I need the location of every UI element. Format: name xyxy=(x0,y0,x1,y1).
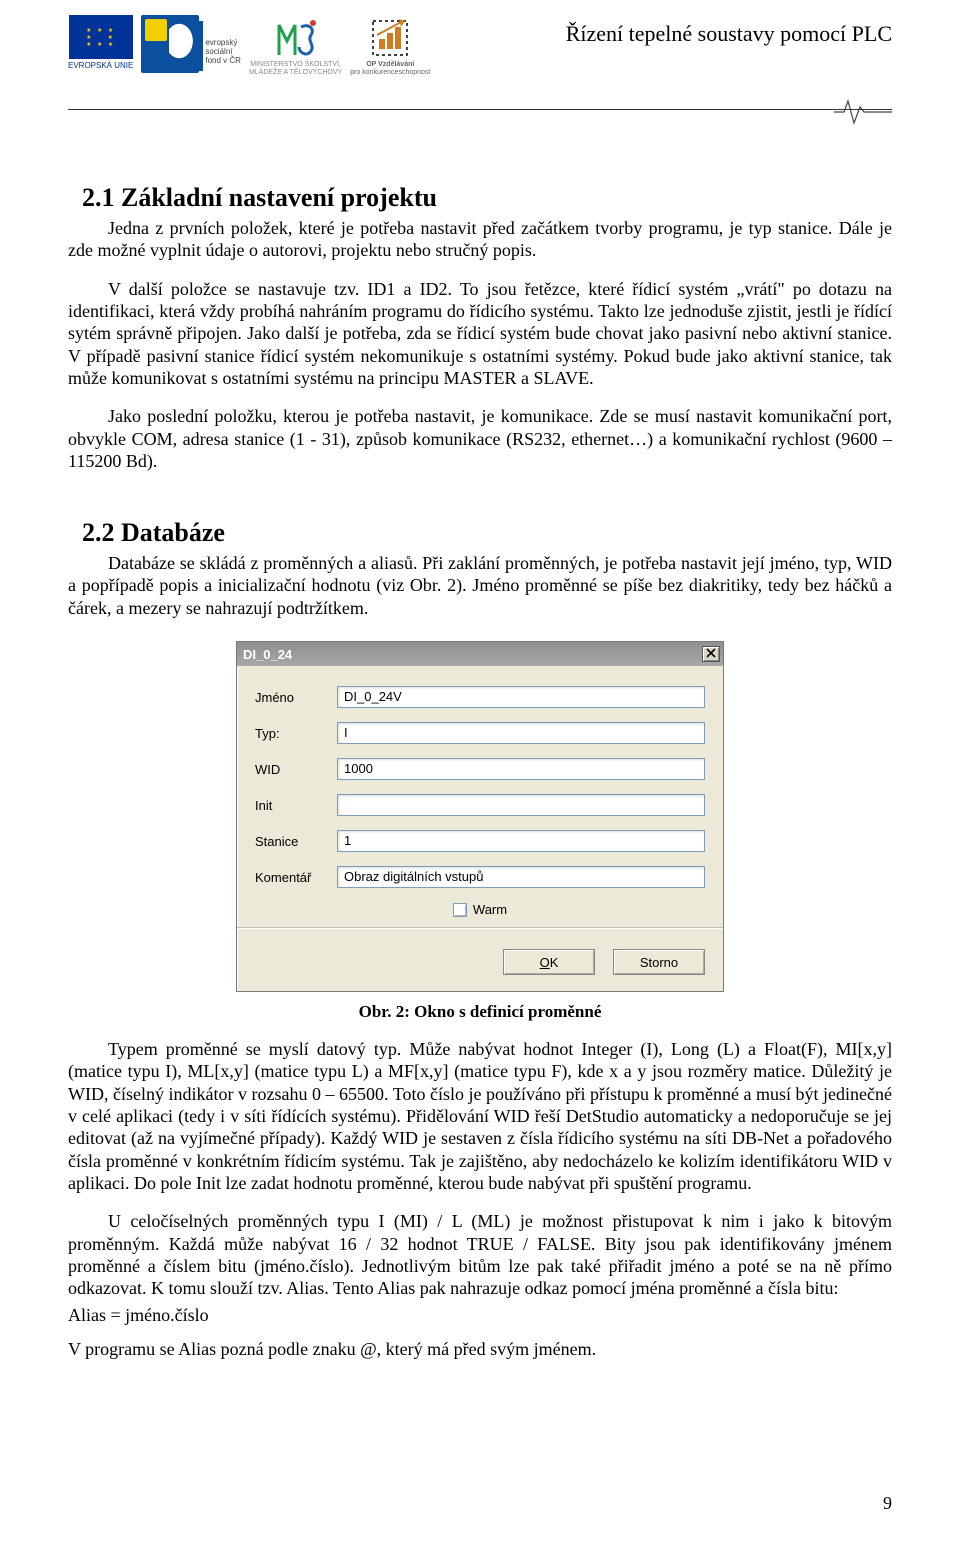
header-divider xyxy=(68,97,892,127)
esf-label: evropský sociální fond v ČR xyxy=(205,15,241,65)
para-2-1-comm: Jako poslední položku, kterou je potřeba… xyxy=(68,405,892,472)
eu-flag-logo: ★ ★ ★★ ★★ ★ ★ EVROPSKÁ UNIE xyxy=(68,15,133,70)
op-logo: OP Vzdělávání pro konkurenceschopnost xyxy=(350,15,430,76)
msmt-logo: MINISTERSTVO ŠKOLSTVÍ, MLÁDEŽE A TĚLOVÝC… xyxy=(249,15,342,76)
variable-definition-dialog: DI_0_24 Jméno DI_0_24V Typ: I WID xyxy=(236,641,724,992)
ecg-squiggle-icon xyxy=(834,97,892,127)
close-icon xyxy=(706,647,716,661)
dialog-titlebar[interactable]: DI_0_24 xyxy=(237,642,723,666)
jmeno-field[interactable]: DI_0_24V xyxy=(337,686,705,708)
typ-field[interactable]: I xyxy=(337,722,705,744)
wid-label: WID xyxy=(255,762,337,777)
close-button[interactable] xyxy=(702,646,720,662)
logo-strip: ★ ★ ★★ ★★ ★ ★ EVROPSKÁ UNIE evropský soc… xyxy=(68,15,430,76)
para-2-2-alias-at: V programu se Alias pozná podle znaku @,… xyxy=(68,1338,892,1360)
stanice-field[interactable]: 1 xyxy=(337,830,705,852)
para-2-1-id: V další položce se nastavuje tzv. ID1 a … xyxy=(68,278,892,390)
alias-equation: Alias = jméno.číslo xyxy=(68,1304,892,1326)
komentar-field[interactable]: Obraz digitálních vstupů xyxy=(337,866,705,888)
heading-2-1: 2.1 Základní nastavení projektu xyxy=(82,183,892,213)
dialog-separator xyxy=(237,927,723,929)
init-label: Init xyxy=(255,798,337,813)
esf-icon xyxy=(141,15,199,73)
ok-button[interactable]: OK xyxy=(503,949,595,975)
msmt-label: MINISTERSTVO ŠKOLSTVÍ, MLÁDEŽE A TĚLOVÝC… xyxy=(249,61,342,76)
stanice-label: Stanice xyxy=(255,834,337,849)
page-number: 9 xyxy=(883,1493,892,1514)
para-2-1-intro: Jedna z prvních položek, které je potřeb… xyxy=(68,217,892,262)
storno-button[interactable]: Storno xyxy=(613,949,705,975)
typ-label: Typ: xyxy=(255,726,337,741)
dialog-title: DI_0_24 xyxy=(243,647,292,662)
jmeno-label: Jméno xyxy=(255,690,337,705)
msmt-icon xyxy=(273,15,319,61)
heading-2-2: 2.2 Databáze xyxy=(82,518,892,548)
para-2-2-bits: U celočíselných proměnných typu I (MI) /… xyxy=(68,1210,892,1299)
init-field[interactable] xyxy=(337,794,705,816)
op-icon xyxy=(367,15,413,61)
warm-checkbox-row[interactable]: Warm xyxy=(255,902,705,917)
eu-flag-icon: ★ ★ ★★ ★★ ★ ★ xyxy=(69,15,133,59)
para-2-2-type: Typem proměnné se myslí datový typ. Může… xyxy=(68,1038,892,1194)
eu-flag-label: EVROPSKÁ UNIE xyxy=(68,61,133,70)
esf-logo: evropský sociální fond v ČR xyxy=(141,15,241,73)
figure-caption: Obr. 2: Okno s definicí proměnné xyxy=(68,1002,892,1022)
document-title: Řízení tepelné soustavy pomocí PLC xyxy=(566,15,892,47)
warm-checkbox[interactable] xyxy=(453,903,467,917)
wid-field[interactable]: 1000 xyxy=(337,758,705,780)
warm-label: Warm xyxy=(473,902,507,917)
page-header: ★ ★ ★★ ★★ ★ ★ EVROPSKÁ UNIE evropský soc… xyxy=(68,15,892,87)
para-2-2-intro: Databáze se skládá z proměnných a aliasů… xyxy=(68,552,892,619)
komentar-label: Komentář xyxy=(255,870,337,885)
op-label: OP Vzdělávání pro konkurenceschopnost xyxy=(350,61,430,76)
